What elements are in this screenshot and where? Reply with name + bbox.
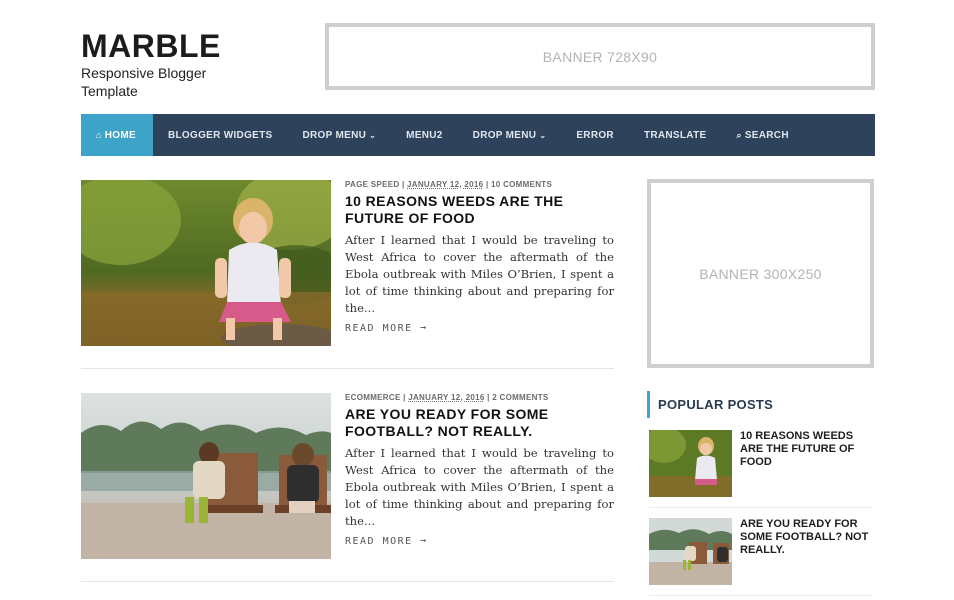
nav-item-error[interactable]: ERROR xyxy=(561,114,629,156)
post-comments[interactable]: 10 COMMENTS xyxy=(491,180,552,189)
top-banner-text: BANNER 728X90 xyxy=(542,48,658,65)
nav-item-drop-menu-2[interactable]: DROP MENU ⌄ xyxy=(458,114,562,156)
popular-post-thumbnail[interactable] xyxy=(649,430,732,497)
popular-divider xyxy=(649,595,873,596)
meta-separator: | xyxy=(487,393,490,402)
post-thumbnail[interactable] xyxy=(81,180,331,346)
nav-label: SEARCH xyxy=(744,129,789,141)
post-category[interactable]: ECOMMERCE xyxy=(345,393,401,402)
nav-item-menu2[interactable]: MENU2 xyxy=(391,114,458,156)
post-title[interactable]: 10 REASONS WEEDS ARE THE FUTURE OF FOOD xyxy=(345,193,614,227)
nav-label: DROP MENU xyxy=(472,129,537,141)
nav-item-home[interactable]: ⌂ HOME xyxy=(81,114,153,156)
post-meta: PAGE SPEED | JANUARY 12, 2016 | 10 COMME… xyxy=(345,180,614,189)
post-divider xyxy=(81,581,614,582)
meta-separator: | xyxy=(403,393,406,402)
post-title[interactable]: ARE YOU READY FOR SOME FOOTBALL? NOT REA… xyxy=(345,406,614,440)
nav-label: ERROR xyxy=(576,129,614,141)
popular-posts-heading: POPULAR POSTS xyxy=(647,391,874,418)
post-excerpt: After I learned that I would be travelin… xyxy=(345,446,614,528)
nav-label: DROP MENU xyxy=(302,129,367,141)
side-banner-text: BANNER 300X250 xyxy=(699,265,822,282)
nav-item-blogger-widgets[interactable]: BLOGGER WIDGETS xyxy=(153,114,288,156)
nav-label: MENU2 xyxy=(406,129,443,141)
nav-label: TRANSLATE xyxy=(643,129,707,141)
home-icon: ⌂ xyxy=(96,130,102,140)
nav-item-search[interactable]: ⌕ SEARCH xyxy=(721,114,803,156)
post-meta: ECOMMERCE | JANUARY 12, 2016 | 2 COMMENT… xyxy=(345,393,614,402)
post-thumbnail[interactable] xyxy=(81,393,331,559)
post-excerpt: After I learned that I would be travelin… xyxy=(345,233,614,315)
logo-tagline: Responsive Blogger Template xyxy=(81,65,207,99)
nav-label: BLOGGER WIDGETS xyxy=(168,129,273,141)
nav-item-translate[interactable]: TRANSLATE xyxy=(629,114,722,156)
nav-label: HOME xyxy=(104,129,136,141)
post-divider xyxy=(81,368,614,369)
site-logo[interactable]: MARBLE Responsive Blogger Template xyxy=(81,28,281,100)
post-date[interactable]: JANUARY 12, 2016 xyxy=(407,180,483,189)
main-nav: ⌂ HOME BLOGGER WIDGETS DROP MENU ⌄ MENU2… xyxy=(81,114,875,156)
read-more-link[interactable]: READ MORE ➞ xyxy=(345,536,614,547)
top-banner-ad[interactable]: BANNER 728X90 xyxy=(325,23,875,90)
popular-post-title[interactable]: ARE YOU READY FOR SOME FOOTBALL? NOT REA… xyxy=(740,518,870,557)
post-category[interactable]: PAGE SPEED xyxy=(345,180,399,189)
search-icon: ⌕ xyxy=(736,129,742,140)
popular-post-title[interactable]: 10 REASONS WEEDS ARE THE FUTURE OF FOOD xyxy=(740,430,870,469)
post-body: PAGE SPEED | JANUARY 12, 2016 | 10 COMME… xyxy=(345,180,614,334)
meta-separator: | xyxy=(401,180,405,189)
read-more-link[interactable]: READ MORE ➞ xyxy=(345,323,614,334)
side-banner-ad[interactable]: BANNER 300X250 xyxy=(647,179,874,368)
chevron-down-icon: ⌄ xyxy=(369,130,377,140)
popular-divider xyxy=(649,507,873,508)
post-date[interactable]: JANUARY 12, 2016 xyxy=(408,393,484,402)
chevron-down-icon: ⌄ xyxy=(539,130,547,140)
logo-title[interactable]: MARBLE xyxy=(81,28,281,64)
nav-item-drop-menu[interactable]: DROP MENU ⌄ xyxy=(288,114,392,156)
popular-post-thumbnail[interactable] xyxy=(649,518,732,585)
post-body: ECOMMERCE | JANUARY 12, 2016 | 2 COMMENT… xyxy=(345,393,614,547)
post-comments[interactable]: 2 COMMENTS xyxy=(492,393,548,402)
meta-separator: | xyxy=(485,180,489,189)
